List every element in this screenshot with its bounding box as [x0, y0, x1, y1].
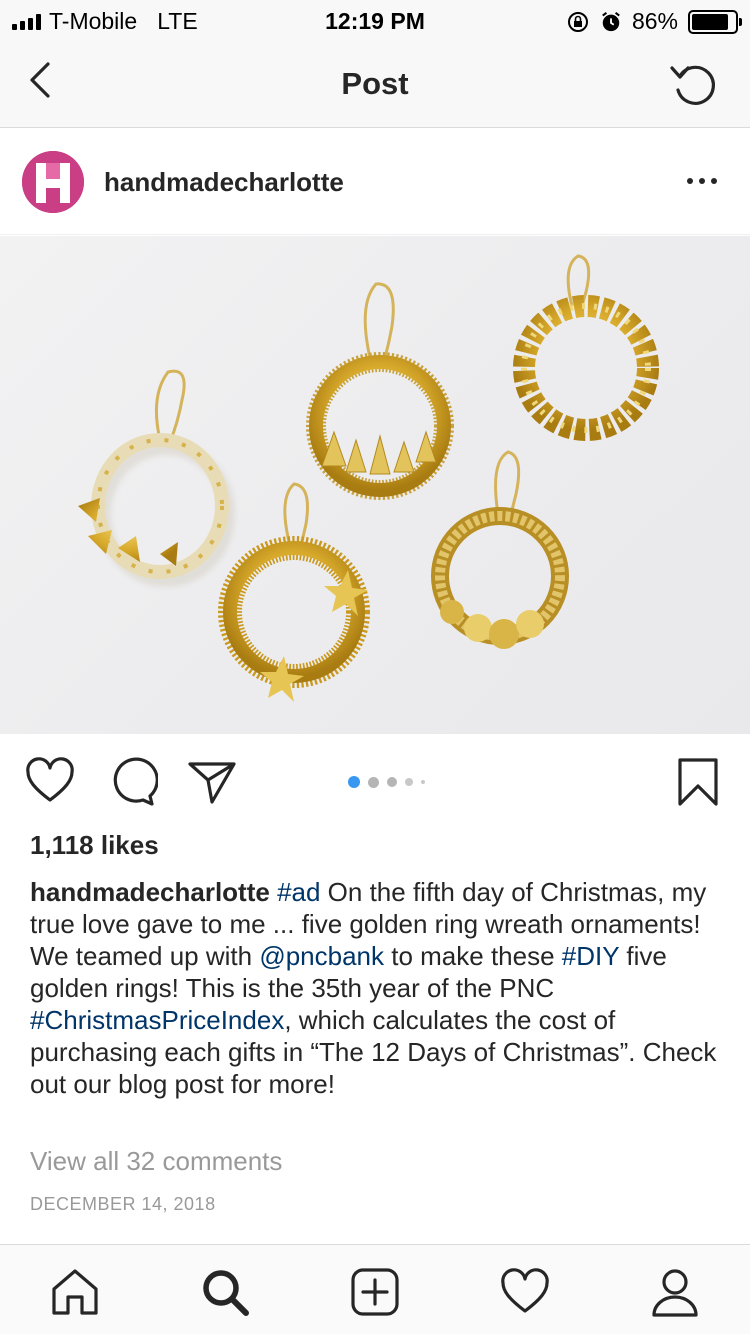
hashtag-link[interactable]: #DIY: [562, 941, 619, 971]
add-post-icon[interactable]: [348, 1265, 402, 1319]
share-icon[interactable]: [186, 756, 238, 808]
caption-username[interactable]: handmadecharlotte: [30, 877, 270, 907]
post-date: DECEMBER 14, 2018: [30, 1194, 216, 1214]
post-actions: [0, 740, 750, 830]
gold-wreath-ornaments-photo: [78, 254, 659, 702]
avatar[interactable]: [22, 151, 84, 213]
post-header: handmadecharlotte: [0, 129, 750, 235]
wreath-ornament: [78, 369, 235, 587]
home-icon[interactable]: [48, 1265, 102, 1319]
like-heart-icon[interactable]: [24, 756, 76, 808]
tab-bar: [0, 1244, 750, 1334]
post-caption: handmadecharlotte #ad On the fifth day o…: [30, 877, 717, 1099]
wreath-ornament: [218, 482, 370, 702]
mention-link[interactable]: @pncbank: [259, 941, 384, 971]
view-comments-link[interactable]: View all 32 comments: [30, 1146, 282, 1177]
carousel-dot: [387, 777, 397, 787]
wreath-ornament: [513, 254, 659, 441]
carousel-indicator: [348, 776, 425, 788]
hashtag-link[interactable]: #ChristmasPriceIndex: [30, 1005, 284, 1035]
battery-percent: 86%: [631, 8, 678, 34]
likes-count[interactable]: 1,118 likes: [30, 830, 159, 861]
carousel-dot-active: [348, 776, 360, 788]
post-username[interactable]: handmadecharlotte: [104, 167, 344, 198]
orientation-lock-icon: [567, 11, 588, 32]
search-icon[interactable]: [198, 1265, 252, 1319]
carousel-dot: [421, 780, 425, 784]
wreath-ornament: [306, 282, 454, 500]
carousel-dot: [368, 776, 379, 788]
h-logo-icon: [22, 151, 84, 213]
activity-heart-icon[interactable]: [498, 1265, 552, 1319]
wreath-ornament: [431, 450, 569, 649]
alarm-icon: [602, 11, 620, 31]
post-image[interactable]: [0, 236, 750, 734]
profile-icon[interactable]: [648, 1265, 702, 1319]
navigation-bar: Post: [0, 40, 750, 128]
comment-icon[interactable]: [106, 756, 158, 808]
status-bar: T-Mobile LTE 12:19 PM 86%: [0, 0, 750, 40]
battery-icon: [688, 9, 742, 34]
more-options-icon[interactable]: [682, 169, 722, 193]
bookmark-icon[interactable]: [672, 756, 724, 808]
page-title: Post: [341, 66, 409, 101]
carousel-dot: [405, 778, 413, 786]
refresh-icon[interactable]: [666, 56, 722, 112]
hashtag-link[interactable]: #ad: [277, 877, 320, 907]
